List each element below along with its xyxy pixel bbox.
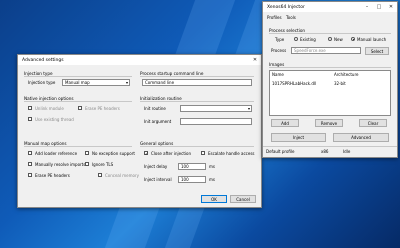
manually-resolve-imports-checkbox[interactable] [28,162,32,166]
erase-pe-headers-native-checkbox[interactable] [78,106,82,110]
ignore-tls-checkbox[interactable] [85,162,89,166]
injection-delay-label: Inject delay [144,164,168,169]
erase-pe-headers-checkbox[interactable] [28,173,32,177]
erase-pe-headers-native-label: Erase PE headers [85,106,120,111]
injection-interval-unit: ms [209,177,215,182]
injection-delay-input[interactable]: 100 [178,163,206,170]
menu-profiles[interactable]: Profiles [267,15,282,20]
init-argument-label: Init argument [144,119,172,124]
status-profile: Default profile [266,149,295,154]
close-after-injection-checkbox[interactable]: ✓ [144,151,148,156]
chevron-down-icon: ▾ [247,106,250,111]
divider [24,76,132,77]
add-button[interactable]: Add [271,119,299,127]
main-window: Xenos64 Injector – □ ✕ Profiles Tools Pr… [262,1,398,158]
conceal-memory-checkbox[interactable] [98,173,102,177]
erase-pe-headers-label: Erase PE headers [35,173,70,178]
image-row-arch: 32-bit [334,81,346,86]
process-label: Process [271,48,287,53]
window-title: Xenos64 Injector [267,4,305,10]
manual-launch-label: Manual launch [357,37,387,42]
minimize-icon[interactable]: – [361,2,373,12]
divider [24,146,132,147]
ok-button[interactable]: OK [201,195,227,203]
column-header-name[interactable]: Name [272,72,284,77]
chevron-down-icon: ▾ [125,80,128,85]
existing-label: Existing [300,37,316,42]
injection-type-label: Injection type [28,80,56,85]
advanced-button[interactable]: Advanced [333,133,389,142]
no-exception-support-checkbox[interactable] [85,151,89,155]
image-row-name[interactable]: 1017SPRHLabHack.dll [272,81,316,86]
escalate-handle-access-checkbox[interactable] [201,151,205,155]
inject-button[interactable]: Inject [271,133,326,142]
maximize-icon[interactable]: □ [373,2,385,12]
type-label: Type [275,37,285,42]
injection-delay-unit: ms [209,164,215,169]
window-title: Advanced settings [22,57,64,63]
close-icon[interactable]: ✕ [385,2,397,12]
close-icon[interactable]: ✕ [249,55,261,65]
divider [140,76,254,77]
divider [269,33,391,34]
use-existing-thread-checkbox[interactable] [28,117,32,121]
init-routine-label: Init routine [144,106,166,111]
close-after-injection-label: Close after injection [151,151,191,156]
injection-type-value: Manual map [65,80,90,85]
status-bar: Default profile x86 Idle [263,146,397,157]
column-header-architecture[interactable]: Architecture [334,72,359,77]
ignore-tls-label: Ignore TLS [92,162,114,167]
init-routine-select[interactable]: ▾ [180,105,252,112]
no-exception-support-label: No exception support [92,151,135,156]
advanced-settings-window: Advanced settings ✕ Injection type Injec… [17,54,262,208]
init-argument-input[interactable] [180,118,252,125]
existing-radio[interactable] [294,37,298,41]
process-input[interactable]: SpeedForce.exe [291,47,361,54]
divider [24,101,132,102]
advanced-settings-titlebar: Advanced settings ✕ [18,55,261,65]
manually-resolve-imports-label: Manually resolve imports [35,162,86,167]
add-loader-reference-label: Add loader reference [35,151,78,156]
unlink-module-label: Unlink module [35,106,64,111]
divider [269,67,391,68]
new-radio[interactable] [328,37,332,41]
use-existing-thread-label: Use existing thread [35,117,74,122]
new-label: New [334,37,343,42]
conceal-memory-label: Conceal memory [105,173,139,178]
escalate-handle-access-label: Escalate handle access [208,151,255,156]
clear-button[interactable]: Clear [359,119,387,127]
images-list[interactable]: Name Architecture 1017SPRHLabHack.dll 32… [269,70,391,116]
status-architecture: x86 [321,149,329,154]
manual-launch-radio[interactable] [351,37,355,41]
injection-type-select[interactable]: Manual map ▾ [62,79,130,86]
main-titlebar: Xenos64 Injector – □ ✕ [263,2,397,12]
injection-interval-label: Inject interval [144,177,172,182]
command-line-input[interactable]: Command line [142,79,252,86]
menu-tools[interactable]: Tools [286,15,296,20]
divider [140,146,254,147]
status-state: Idle [343,149,351,154]
add-loader-reference-checkbox[interactable] [28,151,32,155]
remove-button[interactable]: Remove [315,119,343,127]
divider [140,101,254,102]
select-button[interactable]: Select [365,46,389,55]
unlink-module-checkbox[interactable] [28,106,32,110]
cancel-button[interactable]: Cancel [230,195,256,203]
injection-interval-input[interactable]: 100 [178,176,206,183]
